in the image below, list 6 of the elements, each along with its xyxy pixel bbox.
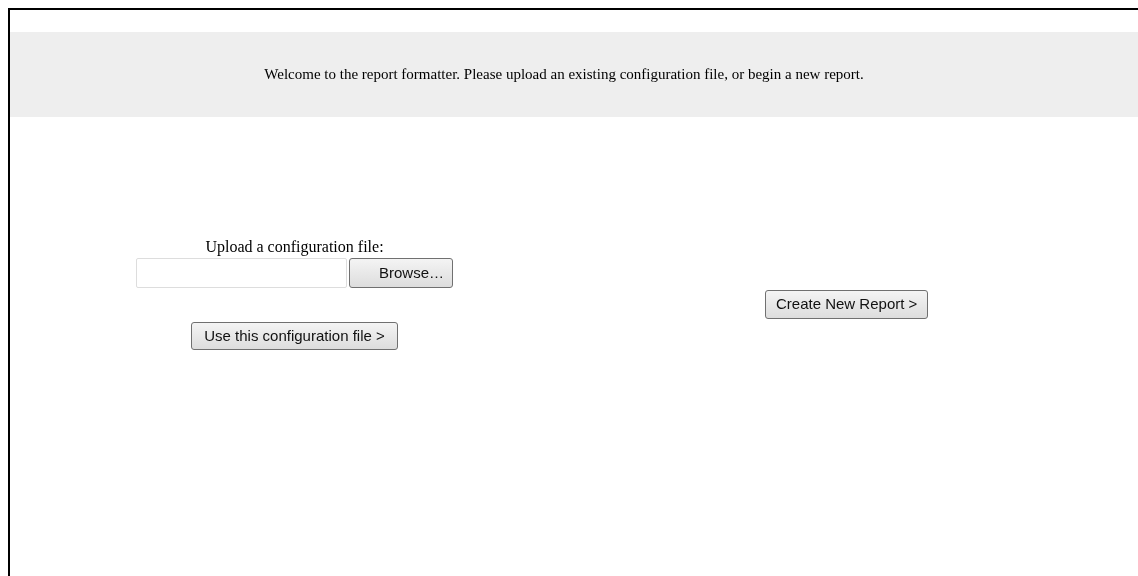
- browse-button[interactable]: Browse…: [349, 258, 453, 288]
- use-config-button[interactable]: Use this configuration file >: [191, 322, 398, 350]
- upload-label: Upload a configuration file:: [205, 237, 384, 257]
- welcome-text: Welcome to the report formatter. Please upload an existing configuration file, or begin a new report.: [264, 65, 864, 85]
- file-path-field[interactable]: [136, 258, 347, 288]
- create-report-button[interactable]: Create New Report >: [765, 290, 929, 319]
